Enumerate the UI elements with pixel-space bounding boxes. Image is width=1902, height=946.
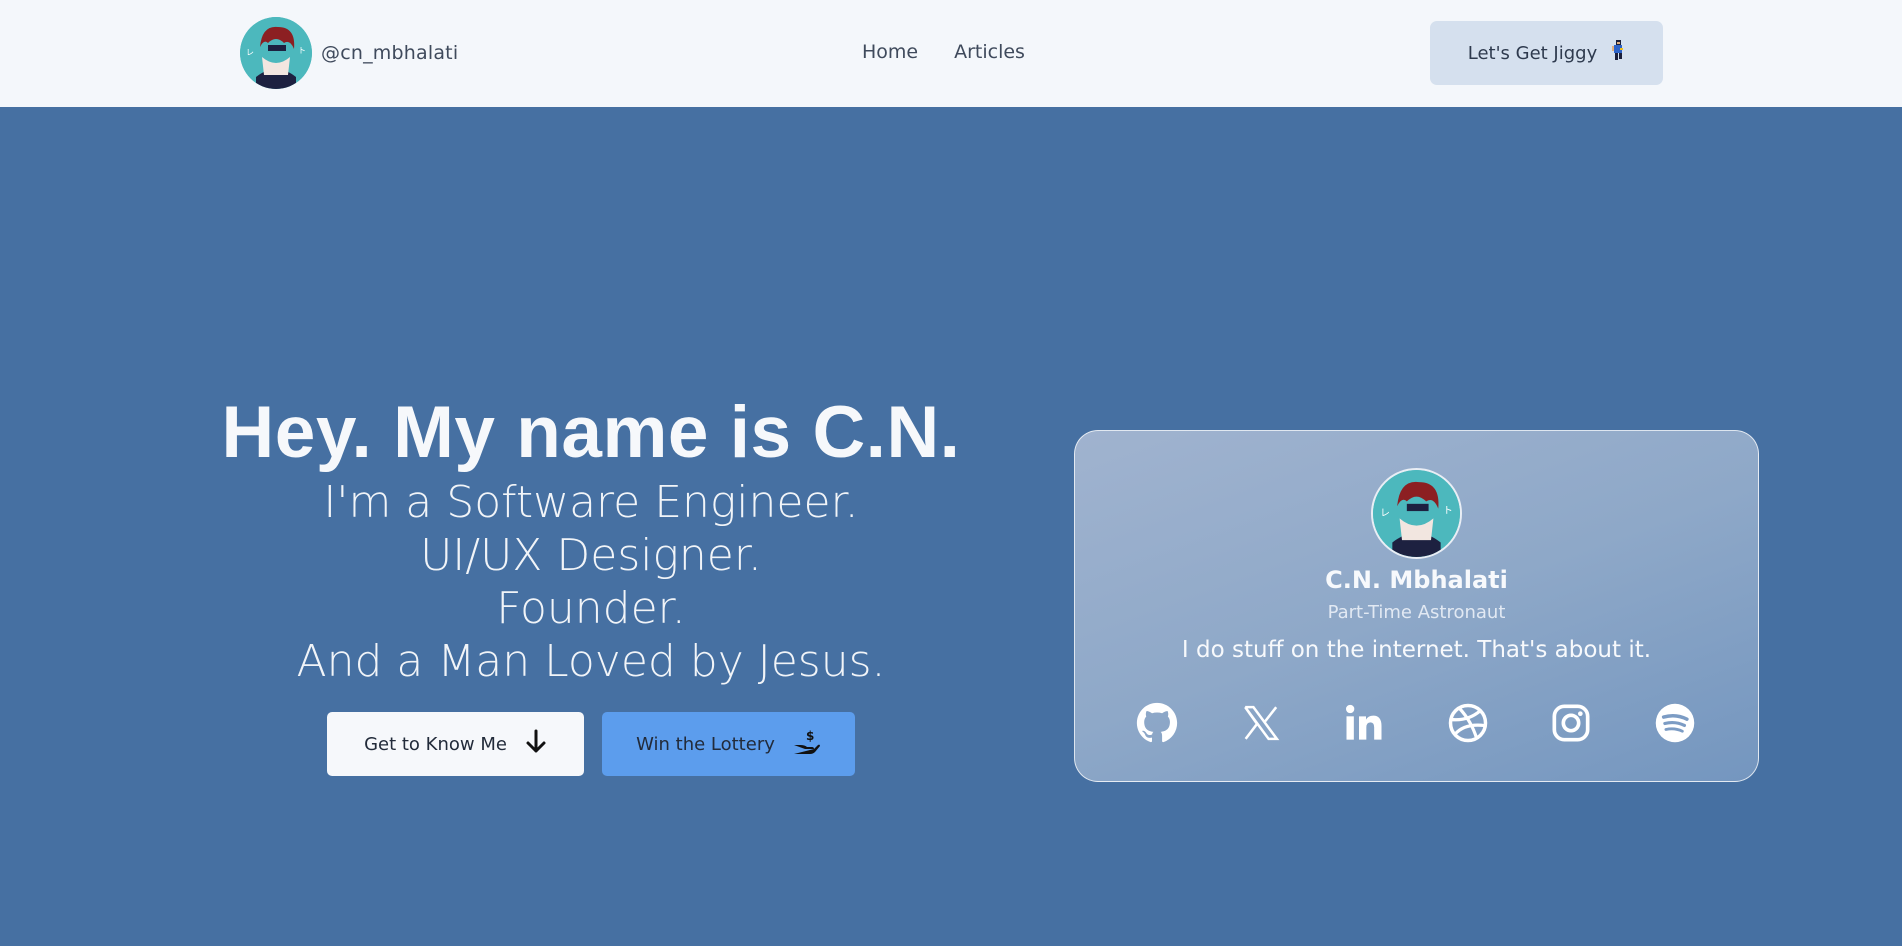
get-to-know-me-label: Get to Know Me bbox=[364, 733, 507, 755]
lets-get-jiggy-label: Let's Get Jiggy bbox=[1467, 42, 1598, 64]
nav-home[interactable]: Home bbox=[862, 41, 918, 63]
hero-text: Hey. My name is C.N. I'm a Software Engi… bbox=[150, 390, 1032, 688]
win-the-lottery-button[interactable]: Win the Lottery $ bbox=[602, 712, 855, 776]
hero-line-jesus: And a Man Loved by Jesus. bbox=[296, 636, 886, 687]
github-icon[interactable] bbox=[1135, 701, 1179, 745]
avatar: レ ト bbox=[1371, 468, 1462, 559]
win-the-lottery-label: Win the Lottery bbox=[636, 733, 775, 755]
spotify-icon[interactable] bbox=[1653, 701, 1697, 745]
hero-title: Hey. My name is C.N. bbox=[221, 392, 961, 473]
hero-line-founder: Founder. bbox=[496, 583, 686, 634]
card-name: C.N. Mbhalati bbox=[1325, 566, 1508, 594]
hero-line-engineer: I'm a Software Engineer. bbox=[323, 477, 859, 528]
dribbble-icon[interactable] bbox=[1446, 701, 1490, 745]
top-bar: レ ト @cn_mbhalati Home Articles Let's Get… bbox=[0, 0, 1902, 107]
arrow-down-icon bbox=[525, 729, 547, 760]
lets-get-jiggy-button[interactable]: Let's Get Jiggy bbox=[1430, 21, 1663, 85]
hand-money-icon: $ bbox=[793, 729, 821, 760]
instagram-icon[interactable] bbox=[1549, 701, 1593, 745]
dancer-icon bbox=[1611, 39, 1625, 67]
hero-line-designer: UI/UX Designer. bbox=[420, 530, 762, 581]
card-bio: I do stuff on the internet. That's about… bbox=[1181, 637, 1652, 663]
card-role: Part-Time Astronaut bbox=[1327, 602, 1506, 623]
get-to-know-me-button[interactable]: Get to Know Me bbox=[327, 712, 584, 776]
main-nav: Home Articles bbox=[862, 41, 1025, 63]
svg-text:ト: ト bbox=[1443, 506, 1453, 517]
svg-text:レ: レ bbox=[1380, 508, 1390, 519]
svg-text:$: $ bbox=[806, 729, 814, 743]
hero-buttons: Get to Know Me Win the Lottery $ bbox=[327, 712, 855, 776]
avatar: レ ト bbox=[240, 17, 312, 89]
profile-card: レ ト C.N. Mbhalati Part-Time Astronaut I … bbox=[1074, 430, 1759, 782]
x-icon[interactable] bbox=[1239, 701, 1283, 745]
nav-articles[interactable]: Articles bbox=[954, 41, 1025, 63]
brand[interactable]: レ ト @cn_mbhalati bbox=[240, 17, 458, 89]
svg-text:レ: レ bbox=[246, 48, 254, 57]
linkedin-icon[interactable] bbox=[1342, 701, 1386, 745]
handle-label: @cn_mbhalati bbox=[321, 42, 459, 64]
social-links bbox=[1135, 701, 1700, 747]
svg-text:ト: ト bbox=[298, 46, 306, 55]
